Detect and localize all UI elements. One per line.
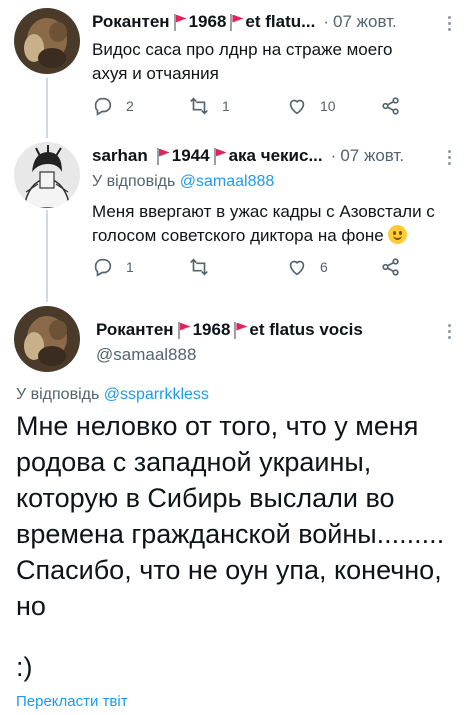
- retweet-icon: [190, 258, 208, 276]
- thread-line: [46, 210, 48, 302]
- author-name[interactable]: sarhan: [92, 146, 148, 166]
- author-name-part: et flatu...: [245, 12, 316, 31]
- tweet-actions: 1 6: [92, 256, 412, 280]
- like-count: 6: [320, 259, 328, 275]
- reply-handle-link[interactable]: @samaal888: [180, 173, 275, 190]
- reply-count: 1: [126, 259, 134, 275]
- reply-button[interactable]: 2: [92, 95, 134, 117]
- author-row: sarhan 1944 ака чекис... · 07 жовт.: [92, 146, 405, 166]
- tweet-actions: 2 1 10: [92, 95, 412, 119]
- reply-button[interactable]: 1: [92, 256, 134, 278]
- author-row: Рокантен 1968 et flatu... · 07 жовт.: [92, 12, 397, 32]
- red-flag-icon: [233, 321, 247, 339]
- tweet-text: Видос саса про лднр на страже моего ахуя…: [92, 40, 393, 83]
- heart-icon: [289, 260, 305, 276]
- like-count: 10: [320, 98, 336, 114]
- red-flag-icon: [156, 147, 170, 165]
- red-flag-icon: [173, 13, 187, 31]
- author-name-part: 1968: [192, 320, 231, 339]
- avatar[interactable]: [14, 306, 80, 372]
- reply-count: 2: [126, 98, 134, 114]
- more-options-icon[interactable]: [448, 150, 452, 168]
- avatar[interactable]: [14, 8, 80, 74]
- reply-icon: [94, 97, 112, 116]
- share-button[interactable]: [380, 256, 402, 278]
- author-name-part: ака чекис...: [228, 146, 323, 165]
- reply-prefix: У відповідь: [16, 386, 100, 403]
- translate-tweet-link[interactable]: Перекласти твіт: [16, 693, 128, 710]
- tweet-text-content: Меня ввергают в ужас кадры с Азовстали с…: [92, 202, 435, 245]
- avatar[interactable]: [14, 142, 80, 208]
- more-options-icon[interactable]: [448, 324, 452, 342]
- share-icon: [382, 97, 399, 115]
- tweet-date[interactable]: 07 жовт.: [333, 12, 397, 32]
- like-button[interactable]: 6: [286, 256, 328, 278]
- retweet-button[interactable]: 1: [188, 95, 230, 117]
- tweet-date[interactable]: 07 жовт.: [340, 146, 404, 166]
- tweet-text: Мне неловко от того, что у меня родова с…: [16, 411, 445, 621]
- red-flag-icon: [213, 147, 227, 165]
- red-flag-icon: [177, 321, 191, 339]
- tweet-text: Меня ввергают в ужас кадры с Азовстали с…: [92, 200, 462, 248]
- author-name-part: 1968: [188, 12, 227, 31]
- reply-context: У відповідь @samaal888: [92, 173, 274, 191]
- reply-context: У відповідь @ssparrkkless: [16, 386, 209, 404]
- thread-line: [46, 78, 48, 138]
- author-name[interactable]: Рокантен: [92, 12, 170, 32]
- like-button[interactable]: 10: [286, 95, 336, 117]
- share-icon: [382, 258, 399, 276]
- reply-icon: [94, 258, 112, 277]
- author-handle[interactable]: @samaal888: [96, 345, 196, 365]
- author-name-part: 1944: [171, 146, 210, 165]
- author-name[interactable]: Рокантен: [96, 320, 174, 340]
- tweet-text-smile: :): [16, 652, 33, 682]
- red-flag-icon: [229, 13, 243, 31]
- heart-icon: [289, 99, 305, 115]
- share-button[interactable]: [380, 95, 402, 117]
- retweet-icon: [190, 97, 208, 115]
- smiley-emoji-icon: [387, 225, 407, 244]
- more-options-icon[interactable]: [448, 16, 452, 34]
- author-name-part: et flatus vocis: [249, 320, 363, 339]
- author-row: Рокантен 1968 et flatus vocis: [96, 320, 363, 340]
- retweet-count: 1: [222, 98, 230, 114]
- reply-handle-link[interactable]: @ssparrkkless: [104, 386, 209, 403]
- retweet-button[interactable]: [188, 256, 222, 278]
- reply-prefix: У відповідь: [92, 173, 176, 190]
